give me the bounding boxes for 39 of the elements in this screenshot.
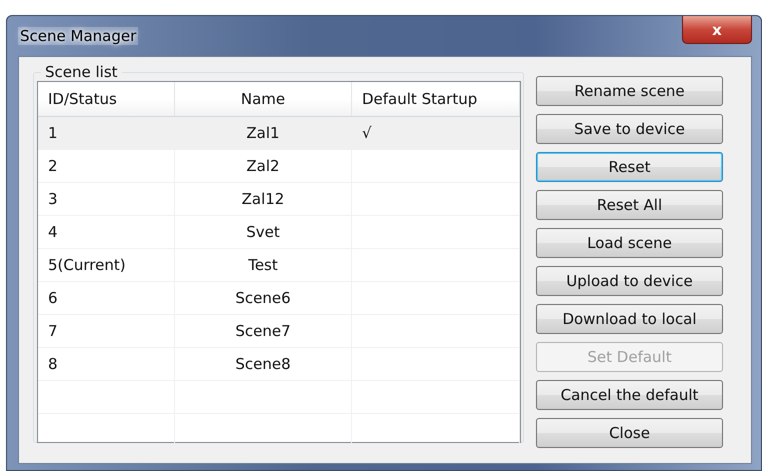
table-cell: Test xyxy=(248,256,278,274)
table-cell: Svet xyxy=(246,223,280,241)
group-label: Scene list xyxy=(44,63,119,81)
table-cell: 1 xyxy=(48,124,58,142)
dialog-button[interactable]: Close xyxy=(536,418,723,448)
window-x-button[interactable]: x xyxy=(682,16,752,44)
dialog-button[interactable]: Reset xyxy=(536,152,723,182)
table-row[interactable]: 5(Current) Test xyxy=(38,249,520,282)
table-cell: 7 xyxy=(48,322,58,340)
table-cell: 6 xyxy=(48,289,58,307)
dialog-button[interactable]: Save to device xyxy=(536,114,723,144)
table-row[interactable]: 6 Scene6 xyxy=(38,282,520,315)
dialog-button[interactable]: Reset All xyxy=(536,190,723,220)
table-cell: Zal12 xyxy=(242,190,284,208)
table-row[interactable]: 7 Scene7 xyxy=(38,315,520,348)
table-cell: Zal1 xyxy=(246,124,280,142)
dialog-button[interactable]: Download to local xyxy=(536,304,723,334)
table-row[interactable]: 4 Svet xyxy=(38,216,520,249)
dialog-button[interactable]: Cancel the default xyxy=(536,380,723,410)
table-cell: Zal2 xyxy=(246,157,280,175)
table-cell: Scene7 xyxy=(235,322,291,340)
table-row[interactable]: 2 Zal2 xyxy=(38,150,520,183)
table-row[interactable]: 8 Scene8 xyxy=(38,348,520,381)
table-cell: 4 xyxy=(48,223,58,241)
dialog-button[interactable]: Load scene xyxy=(536,228,723,258)
table-cell: 3 xyxy=(48,190,58,208)
check-mark: √ xyxy=(362,124,372,142)
table-cell: Scene6 xyxy=(235,289,291,307)
column-header[interactable]: ID/Status xyxy=(38,82,175,116)
column-header[interactable]: Name xyxy=(175,82,352,116)
table-row[interactable]: 1 Zal1 √ xyxy=(38,117,520,150)
table-cell: 2 xyxy=(48,157,58,175)
table-cell: 8 xyxy=(48,355,58,373)
table-row[interactable]: 3 Zal12 xyxy=(38,183,520,216)
dialog-button[interactable]: Rename scene xyxy=(536,76,723,106)
table-cell: 5(Current) xyxy=(48,256,126,274)
column-header[interactable]: Default Startup xyxy=(352,82,520,116)
table-cell: Scene8 xyxy=(235,355,291,373)
dialog-button[interactable]: Upload to device xyxy=(536,266,723,296)
